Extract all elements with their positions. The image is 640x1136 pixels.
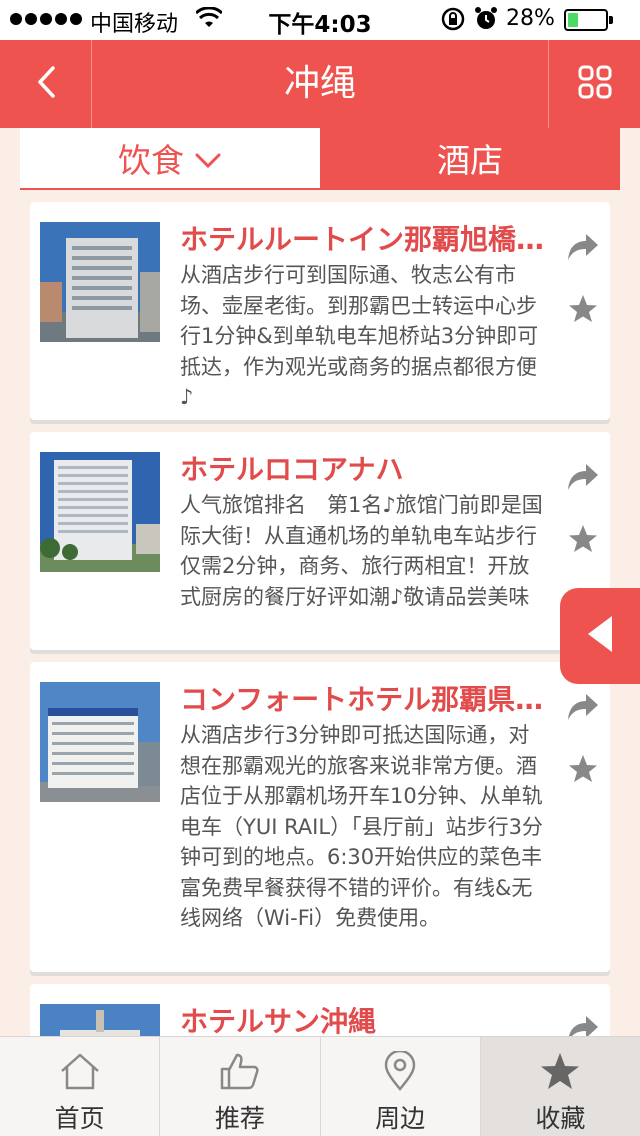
hotel-card[interactable]: コンフォートホテル那覇県庁前 从酒店步行3分钟即可抵达国际通，对想在那霸观光的旅…	[30, 662, 610, 972]
tab-label: 推荐	[214, 1104, 265, 1133]
grid-icon	[577, 64, 613, 104]
share-icon[interactable]	[566, 692, 600, 726]
tab-label: 周边	[375, 1104, 426, 1133]
tab-hotel[interactable]: 酒店	[320, 128, 620, 188]
hotel-photo	[40, 452, 160, 572]
page-title: 冲绳	[283, 63, 356, 104]
star-icon[interactable]	[568, 294, 598, 328]
battery-percent: 28%	[506, 6, 555, 31]
tab-label: 酒店	[437, 141, 503, 180]
hotel-description: 从酒店步行可到国际通、牧志公有市场、壶屋老街。到那霸巴士转运中心步行1分钟&到单…	[180, 263, 539, 409]
side-panel-toggle[interactable]	[560, 588, 640, 684]
home-icon	[58, 1051, 102, 1095]
hotel-card[interactable]: ホテルロコアナハ 人气旅馆排名 第1名♪旅馆门前即是国际大街！从直通机场的单轨电…	[30, 432, 610, 650]
share-icon[interactable]	[566, 462, 600, 496]
hotel-name: コンフォートホテル那覇県庁前	[180, 683, 550, 716]
tab-label: 首页	[54, 1104, 105, 1133]
hotel-photo	[40, 682, 160, 802]
share-icon[interactable]	[566, 232, 600, 266]
tab-favorites[interactable]: 收藏	[480, 1037, 640, 1136]
hotel-card[interactable]: ホテルルートイン那覇旭橋駅東 从酒店步行可到国际通、牧志公有市场、壶屋老街。到那…	[30, 202, 610, 420]
hotel-name: ホテルサン沖縄	[180, 1005, 377, 1038]
thumbs-up-icon	[218, 1051, 262, 1095]
back-button[interactable]	[0, 40, 92, 128]
chevron-left-icon	[35, 65, 57, 103]
alarm-icon	[474, 6, 498, 38]
rotation-lock-icon	[440, 6, 466, 38]
category-tabs: 饮食 酒店	[20, 128, 620, 190]
hotel-description: 从酒店步行3分钟即可抵达国际通，对想在那霸观光的旅客来说非常方便。酒店位于从那霸…	[180, 723, 543, 930]
hotel-photo	[40, 222, 160, 342]
tab-nearby[interactable]: 周边	[321, 1037, 481, 1136]
star-icon	[538, 1051, 582, 1095]
tab-home[interactable]: 首页	[0, 1037, 161, 1136]
hotel-name: ホテルルートイン那覇旭橋駅東	[180, 223, 550, 256]
bottom-tab-bar: 首页 推荐 周边 收藏	[0, 1036, 640, 1136]
menu-button[interactable]	[548, 40, 640, 128]
hotel-name: ホテルロコアナハ	[180, 453, 404, 486]
status-bar: 中国移动 下午4:03 28%	[0, 0, 640, 40]
nav-bar: 冲绳	[0, 40, 640, 128]
location-pin-icon	[378, 1049, 422, 1095]
star-icon[interactable]	[568, 754, 598, 788]
tab-label: 饮食	[118, 141, 184, 180]
chevron-down-icon	[194, 139, 222, 178]
battery-icon	[564, 9, 613, 31]
tab-food[interactable]: 饮食	[20, 128, 320, 188]
tab-recommend[interactable]: 推荐	[160, 1037, 321, 1136]
star-icon[interactable]	[568, 524, 598, 558]
tab-label: 收藏	[535, 1104, 586, 1133]
hotel-description: 人气旅馆排名 第1名♪旅馆门前即是国际大街！从直通机场的单轨电车站步行仅需2分钟…	[180, 493, 543, 609]
triangle-left-icon	[586, 614, 614, 658]
